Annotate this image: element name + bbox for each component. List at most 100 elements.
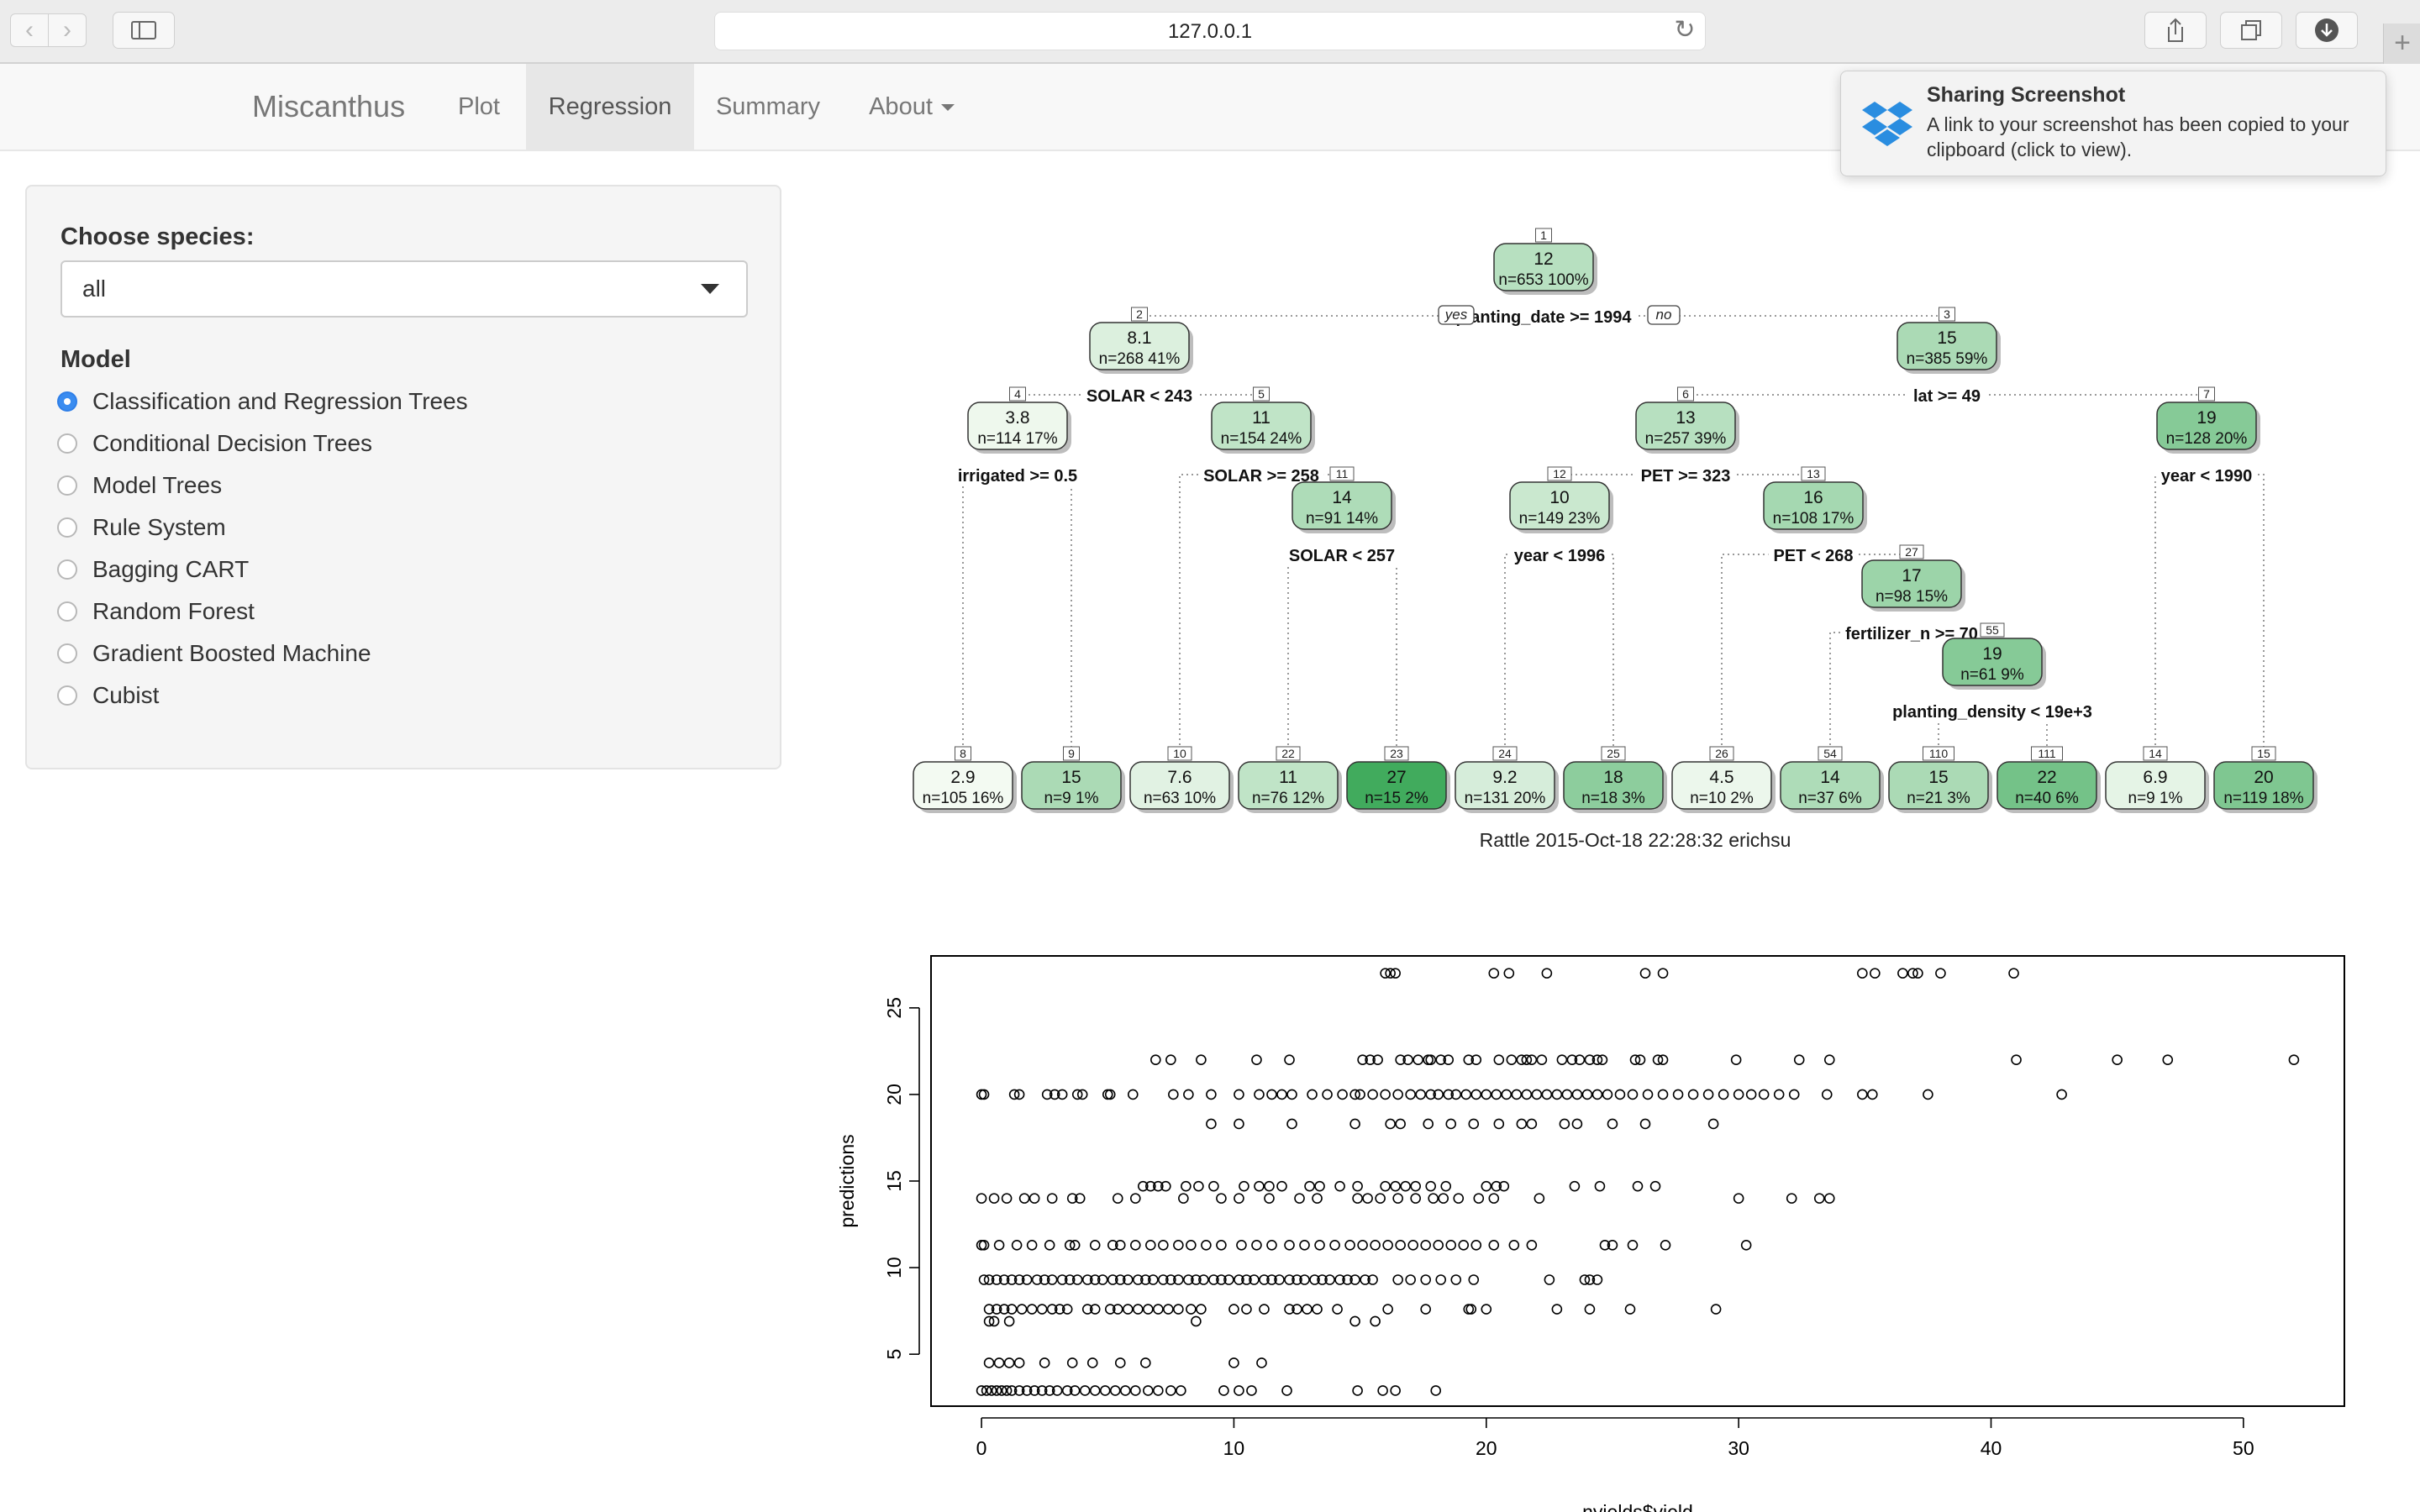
- scatter-point: [1395, 1239, 1406, 1251]
- reload-icon[interactable]: ↻: [1670, 13, 1699, 47]
- species-label: Choose species:: [60, 223, 255, 250]
- forward-button[interactable]: ›: [48, 13, 87, 47]
- back-button[interactable]: ‹: [10, 13, 49, 47]
- scatter-point: [1302, 1304, 1313, 1315]
- scatter-point: [1254, 1180, 1265, 1192]
- scatter-point: [1329, 1239, 1340, 1251]
- scatter-point: [1687, 1089, 1699, 1100]
- scatter-point: [1089, 1239, 1101, 1251]
- tab-summary[interactable]: Summary: [699, 64, 837, 150]
- scatter-point: [1410, 1180, 1421, 1192]
- node-id: 7: [2203, 387, 2210, 401]
- scatter-point: [1286, 1089, 1297, 1100]
- scatter-point: [1153, 1304, 1164, 1315]
- model-option[interactable]: Conditional Decision Trees: [57, 425, 372, 462]
- scatter-point: [1158, 1239, 1169, 1251]
- scatter-point: [1745, 1089, 1757, 1100]
- radio-checked[interactable]: [57, 391, 77, 412]
- scatter-point: [1551, 1089, 1563, 1100]
- tab-regression[interactable]: Regression: [526, 64, 694, 150]
- node-count: n=76 12%: [1252, 790, 1324, 807]
- address-bar[interactable]: 127.0.0.1: [714, 12, 1706, 50]
- tree-node: 3 15 n=385 59%: [1897, 307, 2001, 374]
- species-select[interactable]: all: [60, 260, 748, 318]
- model-option[interactable]: Bagging CART: [57, 551, 249, 588]
- node-count: n=119 18%: [2223, 790, 2303, 807]
- model-option[interactable]: Random Forest: [57, 593, 255, 630]
- brand-title[interactable]: Miscanthus: [252, 64, 405, 150]
- node-count: n=98 15%: [1876, 588, 1948, 606]
- scatter-point: [2011, 1054, 2022, 1065]
- scatter-point: [1201, 1239, 1212, 1251]
- node-value: 11: [1279, 768, 1297, 787]
- scatter-point: [1594, 1180, 1606, 1192]
- scatter-point: [1173, 1304, 1184, 1315]
- new-tab-button[interactable]: +: [2383, 24, 2420, 64]
- chevron-right-icon: ›: [63, 16, 71, 44]
- scatter-point: [1143, 1304, 1154, 1315]
- scatter-point: [1632, 1180, 1644, 1192]
- node-id: 110: [1929, 747, 1949, 760]
- scatter-point: [1569, 1180, 1581, 1192]
- radio-unchecked[interactable]: [57, 517, 77, 538]
- model-option[interactable]: Cubist: [57, 677, 159, 714]
- model-option[interactable]: Model Trees: [57, 467, 222, 504]
- scatter-point: [1428, 1193, 1439, 1204]
- radio-unchecked[interactable]: [57, 685, 77, 706]
- tree-caption: Rattle 2015-Oct-18 22:28:32 erichsu: [1480, 829, 1791, 851]
- scatter-point: [1322, 1089, 1333, 1100]
- scatter-point: [1254, 1089, 1265, 1100]
- node-id: 26: [1715, 747, 1728, 760]
- y-tick-label: 5: [883, 1349, 905, 1360]
- scatter-point: [1415, 1089, 1426, 1100]
- scatter-point: [1458, 1239, 1470, 1251]
- scatter-point: [1521, 1089, 1533, 1100]
- scatter-point: [1526, 1118, 1538, 1130]
- scatter-point: [1132, 1304, 1144, 1315]
- scatter-point: [1481, 1180, 1492, 1192]
- tabs-button[interactable]: [2220, 12, 2282, 49]
- scatter-point: [1163, 1304, 1174, 1315]
- node-id: 54: [1823, 747, 1837, 760]
- node-value: 2.9: [950, 768, 975, 787]
- radio-unchecked[interactable]: [57, 475, 77, 496]
- scatter-point: [1241, 1304, 1252, 1315]
- model-option[interactable]: Classification and Regression Trees: [57, 383, 468, 420]
- scatter-point: [1430, 1385, 1442, 1396]
- node-id: 13: [1807, 467, 1820, 480]
- tree-node: 1 12 n=653 100%: [1493, 228, 1597, 295]
- scatter-point: [1460, 1089, 1472, 1100]
- scatter-point: [1385, 1118, 1396, 1130]
- scatter-point: [1481, 1089, 1492, 1100]
- scatter-point: [1011, 1239, 1023, 1251]
- screenshot-notification[interactable]: Sharing Screenshot A link to your screen…: [1840, 71, 2386, 176]
- scatter-point: [1571, 1118, 1583, 1130]
- radio-unchecked[interactable]: [57, 601, 77, 622]
- scatter-point: [1758, 1089, 1770, 1100]
- scatter-point: [1367, 1089, 1378, 1100]
- sidebar-toggle-button[interactable]: [113, 12, 175, 49]
- scatter-point: [1086, 1357, 1098, 1368]
- tab-about[interactable]: About: [849, 64, 975, 150]
- radio-unchecked[interactable]: [57, 433, 77, 454]
- model-option[interactable]: Rule System: [57, 509, 226, 546]
- node-value: 15: [1937, 328, 1956, 348]
- radio-unchecked[interactable]: [57, 559, 77, 580]
- radio-unchecked[interactable]: [57, 643, 77, 664]
- tabs-icon: [2241, 20, 2261, 40]
- scatter-point: [1003, 1315, 1015, 1327]
- node-count: n=15 2%: [1365, 790, 1428, 807]
- model-option[interactable]: Gradient Boosted Machine: [57, 635, 371, 672]
- scatter-point: [2008, 968, 2019, 979]
- tab-plot[interactable]: Plot: [437, 64, 521, 150]
- scatter-point: [1183, 1089, 1194, 1100]
- notification-title: Sharing Screenshot: [1927, 83, 2126, 107]
- scatter-point: [1702, 1089, 1714, 1100]
- node-count: n=21 3%: [1907, 790, 1970, 807]
- scatter-point: [1312, 1193, 1323, 1204]
- node-count: n=9 1%: [1044, 790, 1099, 807]
- share-button[interactable]: [2144, 12, 2207, 49]
- scatter-point: [1488, 1239, 1500, 1251]
- tab-label: Regression: [548, 93, 672, 120]
- downloads-button[interactable]: [2296, 12, 2358, 49]
